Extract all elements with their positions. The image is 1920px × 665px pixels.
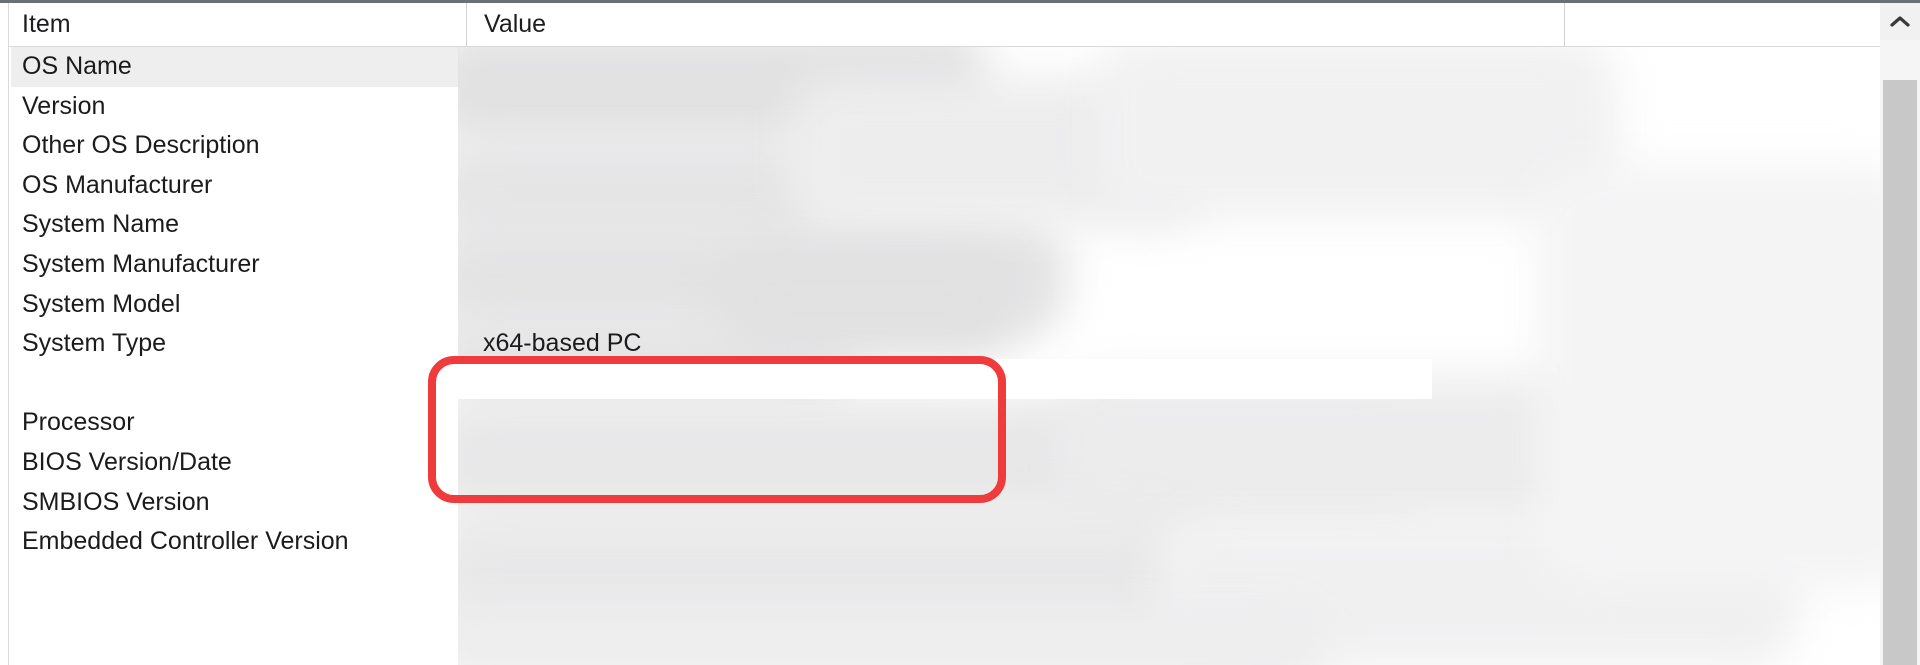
system-summary-listview[interactable]: Item Value OS Name Version Other OS Desc…	[8, 3, 1881, 665]
column-header-extra[interactable]	[1564, 3, 1881, 46]
table-row[interactable]: System Name	[9, 205, 1881, 245]
table-row[interactable]: Other OS Description	[9, 126, 1881, 166]
scrollbar-thumb[interactable]	[1883, 80, 1917, 665]
column-header-value[interactable]: Value	[466, 3, 1564, 46]
row-item-label: OS Manufacturer	[22, 170, 213, 199]
row-item-label: System Manufacturer	[22, 249, 260, 278]
row-item-label: Embedded Controller Version	[22, 527, 349, 556]
chevron-up-icon	[1890, 15, 1910, 28]
row-item-label: Version	[22, 91, 106, 120]
row-item-label: Processor	[22, 408, 135, 437]
row-item-label: System Name	[22, 210, 179, 239]
table-row[interactable]: OS Manufacturer	[9, 166, 1881, 206]
annotation-highlight-rectangle	[428, 356, 1006, 503]
table-row[interactable]: Version	[9, 87, 1881, 127]
table-row[interactable]: Embedded Controller Version	[9, 522, 1881, 562]
vertical-scrollbar[interactable]	[1880, 3, 1920, 665]
system-information-window: Item Value OS Name Version Other OS Desc…	[0, 0, 1920, 665]
scrollbar-track[interactable]	[1880, 40, 1920, 665]
column-header-item[interactable]: Item	[9, 3, 466, 46]
table-row[interactable]: OS Name	[9, 47, 1881, 87]
row-item-label: Other OS Description	[22, 131, 260, 160]
row-item-label: BIOS Version/Date	[22, 447, 232, 476]
row-item-label: SMBIOS Version	[22, 487, 210, 516]
table-row[interactable]: System Model	[9, 285, 1881, 325]
scroll-up-button[interactable]	[1880, 3, 1920, 40]
row-item-label: System Model	[22, 289, 181, 318]
row-item-label: System Type	[22, 329, 167, 358]
row-item-label: OS Name	[22, 52, 132, 80]
table-row[interactable]: System Manufacturer	[9, 245, 1881, 285]
table-header: Item Value	[9, 3, 1881, 47]
